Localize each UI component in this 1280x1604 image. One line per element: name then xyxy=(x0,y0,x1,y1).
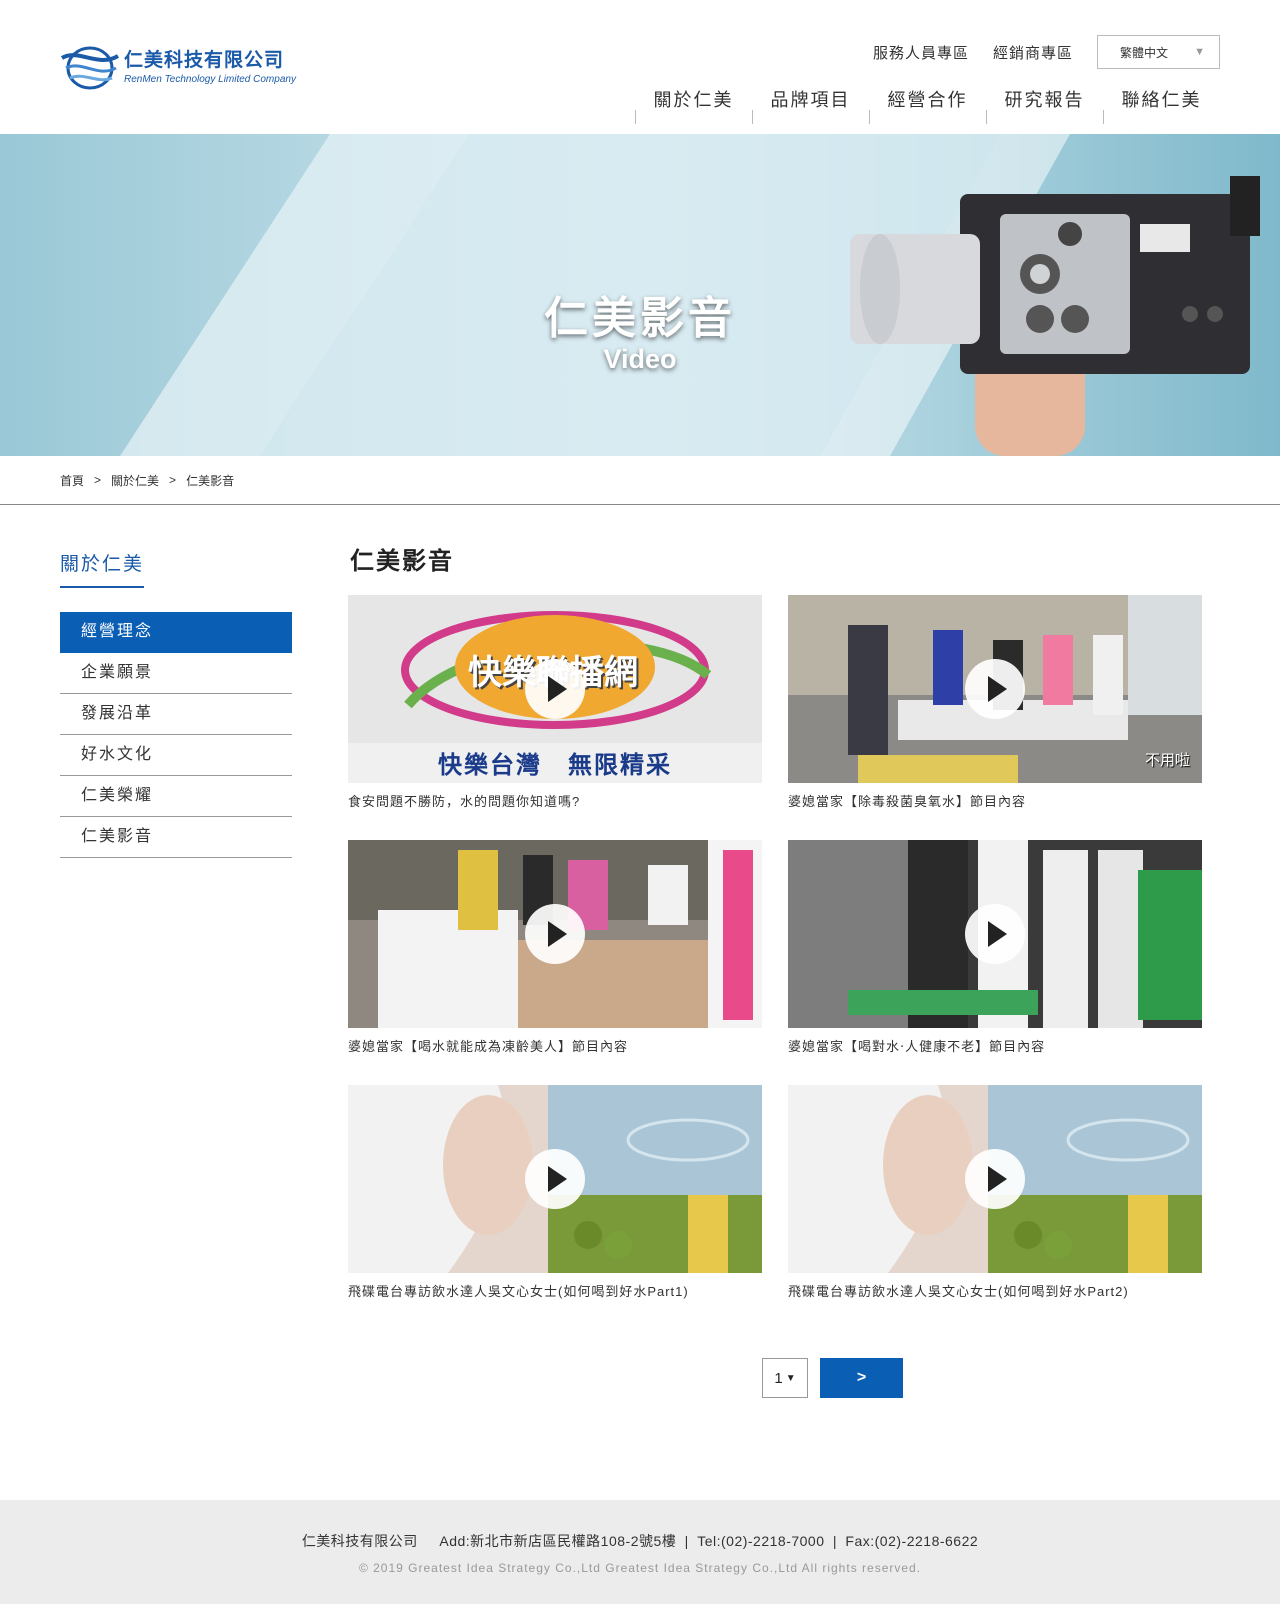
video-caption[interactable]: 飛碟電台專訪飲水達人吳文心女士(如何喝到好水Part2) xyxy=(788,1281,1202,1300)
utility-links: 服務人員專區 經銷商專區 繁體中文 ▼ xyxy=(873,35,1220,69)
video-thumbnail[interactable] xyxy=(348,1085,762,1273)
play-icon[interactable] xyxy=(965,904,1025,964)
staff-area-link[interactable]: 服務人員專區 xyxy=(873,42,969,63)
sidebar-item-water-culture[interactable]: 好水文化 xyxy=(60,735,292,776)
video-thumbnail[interactable]: 不用啦 xyxy=(788,595,1202,783)
video-card[interactable]: 飛碟電台專訪飲水達人吳文心女士(如何喝到好水Part1) xyxy=(348,1085,762,1300)
footer-separator: | xyxy=(684,1533,689,1549)
video-caption[interactable]: 婆媳當家【除毒殺菌臭氧水】節目內容 xyxy=(788,791,1202,810)
next-page-button[interactable]: > xyxy=(820,1358,903,1398)
thumbnail-subtitle-text: 不用啦 xyxy=(1144,752,1190,769)
page-number-select[interactable]: 1 ▼ xyxy=(762,1358,808,1398)
page-title: 仁美影音 xyxy=(350,548,454,575)
video-thumbnail[interactable]: 快樂聯播網 快樂台灣 無限精采 xyxy=(348,595,762,783)
breadcrumb-home[interactable]: 首頁 xyxy=(60,472,84,489)
logo-wave-icon xyxy=(60,38,120,92)
nav-research[interactable]: 研究報告 xyxy=(986,82,1103,124)
nav-brands[interactable]: 品牌項目 xyxy=(752,82,869,124)
breadcrumb-about[interactable]: 關於仁美 xyxy=(111,472,159,489)
main-nav: 關於仁美 品牌項目 經營合作 研究報告 聯絡仁美 xyxy=(635,82,1220,124)
sidebar-item-video[interactable]: 仁美影音 xyxy=(60,817,292,858)
video-caption[interactable]: 婆媳當家【喝水就能成為凍齡美人】節目內容 xyxy=(348,1036,762,1055)
chevron-down-icon: ▼ xyxy=(785,1372,796,1384)
page-banner: 仁美影音 Video xyxy=(0,134,1280,456)
footer-fax: Fax:(02)-2218-6622 xyxy=(845,1533,979,1549)
footer-contact: 仁美科技有限公司 Add:新北市新店區民權路108-2號5樓 | Tel:(02… xyxy=(0,1531,1280,1551)
sidebar-item-honors[interactable]: 仁美榮耀 xyxy=(60,776,292,817)
video-card[interactable]: 不用啦 婆媳當家【除毒殺菌臭氧水】節目內容 xyxy=(788,595,1202,810)
video-card[interactable]: 婆媳當家【喝水就能成為凍齡美人】節目內容 xyxy=(348,840,762,1055)
banner-title: 仁美影音 xyxy=(544,294,736,343)
sidebar-title: 關於仁美 xyxy=(60,549,145,588)
banner-subtitle: Video xyxy=(603,344,677,374)
video-thumbnail[interactable] xyxy=(348,840,762,1028)
company-logo[interactable]: 仁美科技有限公司 RenMen Technology Limited Compa… xyxy=(60,38,296,92)
video-card[interactable]: 婆媳當家【喝對水‧人健康不老】節目內容 xyxy=(788,840,1202,1055)
sidebar: 關於仁美 經營理念 企業願景 發展沿革 好水文化 仁美榮耀 仁美影音 xyxy=(60,549,292,858)
footer-company: 仁美科技有限公司 xyxy=(301,1533,418,1549)
pagination: 1 ▼ > xyxy=(762,1358,903,1398)
video-thumbnail[interactable] xyxy=(788,840,1202,1028)
video-card[interactable]: 快樂聯播網 快樂台灣 無限精采 食安問題不勝防，水的問題你知道嗎? xyxy=(348,595,762,810)
video-caption[interactable]: 飛碟電台專訪飲水達人吳文心女士(如何喝到好水Part1) xyxy=(348,1281,762,1300)
dealer-area-link[interactable]: 經銷商專區 xyxy=(993,42,1073,63)
main-area: 關於仁美 經營理念 企業願景 發展沿革 好水文化 仁美榮耀 仁美影音 仁美影音 xyxy=(0,505,1280,1453)
play-icon[interactable] xyxy=(525,904,585,964)
video-caption[interactable]: 婆媳當家【喝對水‧人健康不老】節目內容 xyxy=(788,1036,1202,1055)
content-area: 仁美影音 快樂聯播網 快樂台灣 無限精采 食安問題不勝防，水的問題你知道 xyxy=(348,541,1210,1299)
sidebar-menu: 經營理念 企業願景 發展沿革 好水文化 仁美榮耀 仁美影音 xyxy=(60,612,292,858)
chevron-down-icon: ▼ xyxy=(1194,46,1205,58)
sidebar-item-philosophy[interactable]: 經營理念 xyxy=(60,612,292,653)
footer-copyright: © 2019 Greatest Idea Strategy Co.,Ltd Gr… xyxy=(358,1561,922,1575)
breadcrumb-current: 仁美影音 xyxy=(186,473,235,488)
footer-address: Add:新北市新店區民權路108-2號5樓 xyxy=(439,1533,677,1549)
language-select[interactable]: 繁體中文 ▼ xyxy=(1097,35,1220,69)
footer-separator: | xyxy=(832,1533,838,1549)
nav-cooperation[interactable]: 經營合作 xyxy=(869,82,986,124)
breadcrumb: 首頁 > 關於仁美 > 仁美影音 xyxy=(0,456,1280,505)
nav-about[interactable]: 關於仁美 xyxy=(635,82,752,124)
breadcrumb-separator: > xyxy=(169,473,177,487)
play-icon[interactable] xyxy=(525,659,585,719)
play-icon[interactable] xyxy=(965,1149,1025,1209)
video-caption[interactable]: 食安問題不勝防，水的問題你知道嗎? xyxy=(348,791,762,810)
thumbnail-slogan-text: 快樂台灣 無限精采 xyxy=(438,752,672,779)
play-icon[interactable] xyxy=(965,659,1025,719)
site-header: 仁美科技有限公司 RenMen Technology Limited Compa… xyxy=(0,0,1280,134)
footer-tel: Tel:(02)-2218-7000 xyxy=(697,1533,825,1549)
page-number: 1 xyxy=(774,1369,783,1387)
breadcrumb-separator: > xyxy=(94,473,102,487)
video-card[interactable]: 飛碟電台專訪飲水達人吳文心女士(如何喝到好水Part2) xyxy=(788,1085,1202,1300)
logo-name-en: RenMen Technology Limited Company xyxy=(124,74,296,85)
site-footer: 仁美科技有限公司 Add:新北市新店區民權路108-2號5樓 | Tel:(02… xyxy=(0,1500,1280,1604)
play-icon[interactable] xyxy=(525,1149,585,1209)
logo-name-cn: 仁美科技有限公司 xyxy=(124,50,285,71)
language-label: 繁體中文 xyxy=(1120,45,1169,60)
sidebar-item-history[interactable]: 發展沿革 xyxy=(60,694,292,735)
nav-contact[interactable]: 聯絡仁美 xyxy=(1103,82,1220,124)
sidebar-item-vision[interactable]: 企業願景 xyxy=(60,653,292,694)
video-thumbnail[interactable] xyxy=(788,1085,1202,1273)
